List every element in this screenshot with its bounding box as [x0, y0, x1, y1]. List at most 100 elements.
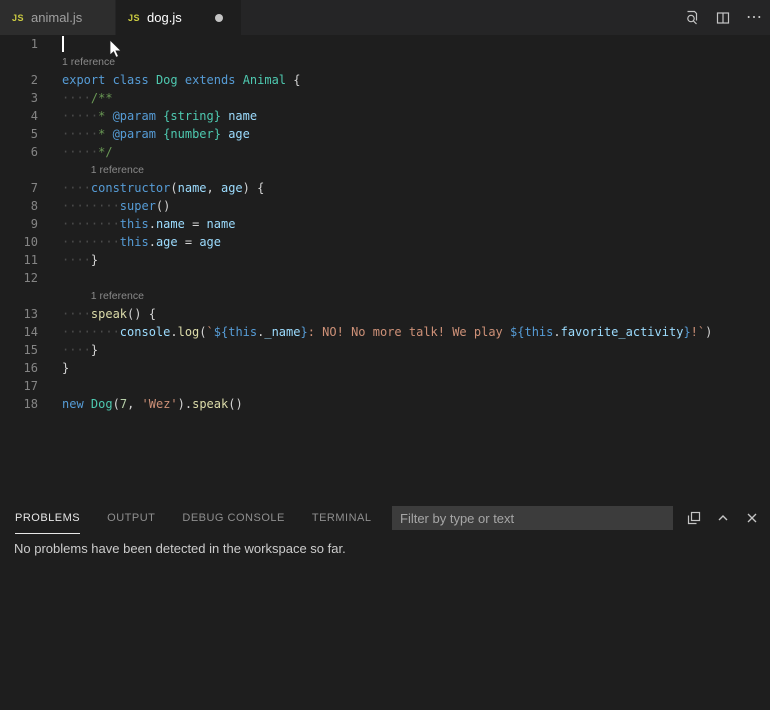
code-line[interactable]: 18new Dog(7, 'Wez').speak()	[0, 395, 770, 413]
line-number: 12	[0, 269, 38, 287]
code-token: console	[120, 325, 171, 339]
code-line[interactable]: 9········this.name = name	[0, 215, 770, 233]
code-token: name	[207, 217, 236, 231]
code-editor[interactable]: 11 reference2export class Dog extends An…	[0, 35, 770, 413]
code-content: ····constructor(name, age) {	[38, 179, 264, 197]
code-token: : NO! No more talk! We play	[308, 325, 510, 339]
editor-tab-bar: JS animal.js JS dog.js ⋯	[0, 0, 770, 35]
code-token: Animal	[243, 73, 286, 87]
code-token: (	[170, 181, 177, 195]
code-line[interactable]: 4·····* @param {string} name	[0, 107, 770, 125]
code-token: @param	[113, 109, 156, 123]
code-line[interactable]: 13····speak() {	[0, 305, 770, 323]
code-token: ········	[62, 217, 120, 231]
code-token: ) {	[243, 181, 265, 195]
code-token: }	[300, 325, 307, 339]
code-line[interactable]: 15····}	[0, 341, 770, 359]
code-content: ·····*/	[38, 143, 113, 161]
split-editor-icon[interactable]	[715, 10, 731, 26]
code-token: ········	[62, 199, 120, 213]
line-number: 13	[0, 305, 38, 323]
code-token	[105, 73, 112, 87]
code-token: speak	[91, 307, 127, 321]
editor-actions: ⋯	[684, 0, 770, 35]
close-panel-icon[interactable]	[744, 510, 760, 526]
maximize-panel-icon[interactable]	[715, 510, 731, 526]
code-token: .	[149, 217, 156, 231]
code-token: ·····	[62, 145, 98, 159]
panel-tab-problems[interactable]: PROBLEMS	[15, 502, 80, 534]
code-token: ,	[207, 181, 221, 195]
code-content: ····}	[38, 341, 98, 359]
code-line[interactable]: 16}	[0, 359, 770, 377]
search-file-icon[interactable]	[684, 10, 700, 26]
problems-filter-input[interactable]	[392, 506, 673, 530]
code-token: }	[683, 325, 690, 339]
code-content: ····/**	[38, 89, 113, 107]
codelens-reference[interactable]: 1 reference	[0, 53, 770, 71]
code-line[interactable]: 12	[0, 269, 770, 287]
more-actions-icon[interactable]: ⋯	[746, 10, 762, 26]
line-number: 10	[0, 233, 38, 251]
code-token: ${	[214, 325, 228, 339]
code-token: export	[62, 73, 105, 87]
tab-animal-js[interactable]: JS animal.js	[0, 0, 116, 35]
code-token: ·····	[62, 127, 98, 141]
code-token: *	[98, 127, 112, 141]
code-token: age	[199, 235, 221, 249]
code-content: ········super()	[38, 197, 170, 215]
code-token: .	[170, 325, 177, 339]
code-token: super	[120, 199, 156, 213]
code-line[interactable]: 5·····* @param {number} age	[0, 125, 770, 143]
code-token: ).	[178, 397, 192, 411]
panel-tab-terminal[interactable]: TERMINAL	[312, 502, 372, 534]
code-token: age	[228, 127, 250, 141]
code-token: }	[62, 361, 69, 375]
panel-tab-debug-console[interactable]: DEBUG CONSOLE	[182, 502, 284, 534]
code-line[interactable]: 2export class Dog extends Animal {	[0, 71, 770, 89]
bottom-panel: PROBLEMS OUTPUT DEBUG CONSOLE TERMINAL	[0, 502, 770, 710]
code-token: name	[178, 181, 207, 195]
codelens-reference[interactable]: 1 reference	[0, 287, 770, 305]
code-line[interactable]: 17	[0, 377, 770, 395]
code-token: 7	[120, 397, 127, 411]
collapse-all-icon[interactable]	[686, 510, 702, 526]
code-token: {	[286, 73, 300, 87]
tab-label: animal.js	[31, 10, 82, 25]
code-token: age	[221, 181, 243, 195]
code-token: }	[91, 253, 98, 267]
tab-dog-js[interactable]: JS dog.js	[116, 0, 242, 35]
code-line[interactable]: 1	[0, 35, 770, 53]
code-line[interactable]: 7····constructor(name, age) {	[0, 179, 770, 197]
code-token: ()	[228, 397, 242, 411]
line-number: 14	[0, 323, 38, 341]
code-line[interactable]: 14········console.log(`${this._name}: NO…	[0, 323, 770, 341]
code-token: .	[553, 325, 560, 339]
code-token: Dog	[156, 73, 178, 87]
line-number: 15	[0, 341, 38, 359]
problems-message: No problems have been detected in the wo…	[0, 534, 770, 556]
code-line[interactable]: 3····/**	[0, 89, 770, 107]
code-token	[178, 73, 185, 87]
code-line[interactable]: 10········this.age = age	[0, 233, 770, 251]
code-line[interactable]: 8········super()	[0, 197, 770, 215]
code-content: }	[38, 359, 69, 377]
code-content: ····}	[38, 251, 98, 269]
code-content	[38, 377, 62, 395]
panel-tab-output[interactable]: OUTPUT	[107, 502, 155, 534]
code-token: name	[156, 217, 185, 231]
code-token: speak	[192, 397, 228, 411]
line-number: 7	[0, 179, 38, 197]
code-content: new Dog(7, 'Wez').speak()	[38, 395, 243, 413]
panel-tabs: PROBLEMS OUTPUT DEBUG CONSOLE TERMINAL	[15, 502, 371, 534]
modified-indicator-icon[interactable]	[215, 14, 223, 22]
code-token: extends	[185, 73, 236, 87]
code-token: _name	[264, 325, 300, 339]
code-line[interactable]: 11····}	[0, 251, 770, 269]
code-token: ····	[62, 91, 91, 105]
code-token: name	[228, 109, 257, 123]
code-content: ·····* @param {string} name	[38, 107, 257, 125]
code-line[interactable]: 6·····*/	[0, 143, 770, 161]
codelens-reference[interactable]: 1 reference	[0, 161, 770, 179]
code-token: this	[120, 235, 149, 249]
